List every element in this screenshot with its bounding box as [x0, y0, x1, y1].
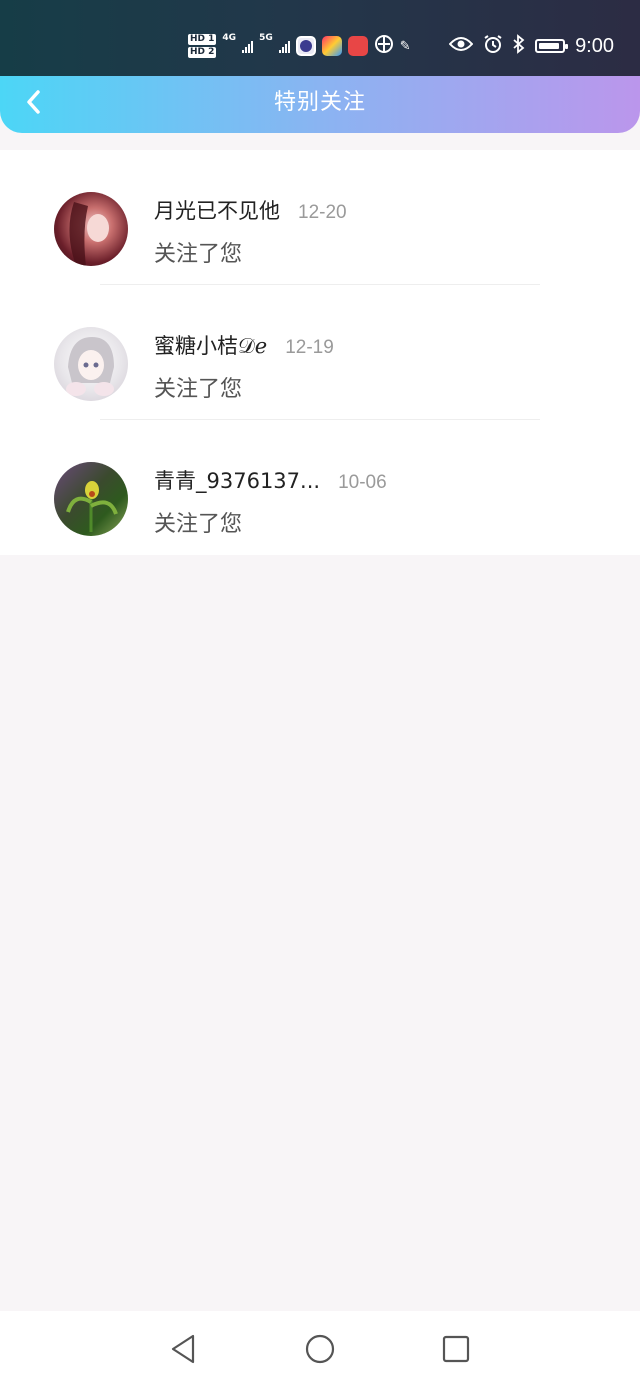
vpn-icon: [374, 34, 394, 58]
user-name[interactable]: 青青_9376137...: [154, 465, 320, 495]
circle-home-icon: [305, 1334, 335, 1364]
avatar[interactable]: [54, 192, 128, 266]
alarm-icon: [483, 34, 503, 58]
sim2-badge: HD 2: [188, 47, 217, 58]
nav-recent-button[interactable]: [440, 1333, 472, 1365]
triangle-back-icon: [171, 1334, 195, 1364]
status-bar: HD 1 HD 2 4G 5G ✎ 9:00: [0, 0, 640, 76]
network-type-1: 4G: [222, 33, 237, 43]
action-text: 关注了您: [154, 377, 243, 402]
user-name[interactable]: 月光已不见他: [154, 195, 280, 225]
app-header: 特别关注: [0, 76, 640, 133]
status-right: 9:00: [448, 30, 614, 62]
app-icon: [295, 36, 316, 56]
app-icon: [321, 36, 342, 56]
signal-icon: [278, 39, 290, 53]
nav-home-button[interactable]: [304, 1333, 336, 1365]
signal-icon: [242, 39, 254, 53]
huawei-icon: [347, 36, 368, 56]
system-nav-bar: [0, 1311, 640, 1387]
list-item[interactable]: 蜜糖小桔𝒟ℯ 12-19 关注了您: [0, 285, 640, 420]
battery-icon: [535, 39, 569, 53]
follow-date: 12-20: [298, 202, 347, 223]
clock: 9:00: [575, 34, 614, 57]
square-recent-icon: [442, 1335, 470, 1363]
page-title: 特别关注: [273, 90, 366, 115]
weather-icon: ✎: [399, 38, 411, 54]
bluetooth-icon: [513, 34, 525, 58]
list-item[interactable]: 青青_9376137... 10-06 关注了您: [0, 420, 640, 555]
avatar[interactable]: [54, 327, 128, 401]
sim1-badge: HD 1: [188, 34, 217, 45]
user-name[interactable]: 蜜糖小桔𝒟ℯ: [154, 330, 267, 360]
follow-list: 月光已不见他 12-20 关注了您 蜜糖小桔𝒟ℯ 12-19 关注了您 青青_9…: [0, 150, 640, 555]
action-text: 关注了您: [154, 242, 243, 267]
eye-icon: [448, 36, 474, 56]
network-type-2: 5G: [259, 33, 273, 43]
nav-back-button[interactable]: [167, 1333, 199, 1365]
follow-date: 10-06: [338, 472, 387, 493]
follow-date: 12-19: [285, 337, 334, 358]
status-left: HD 1 HD 2 4G 5G ✎: [188, 28, 411, 64]
list-item[interactable]: 月光已不见他 12-20 关注了您: [0, 150, 640, 285]
avatar[interactable]: [54, 462, 128, 536]
action-text: 关注了您: [154, 512, 243, 537]
